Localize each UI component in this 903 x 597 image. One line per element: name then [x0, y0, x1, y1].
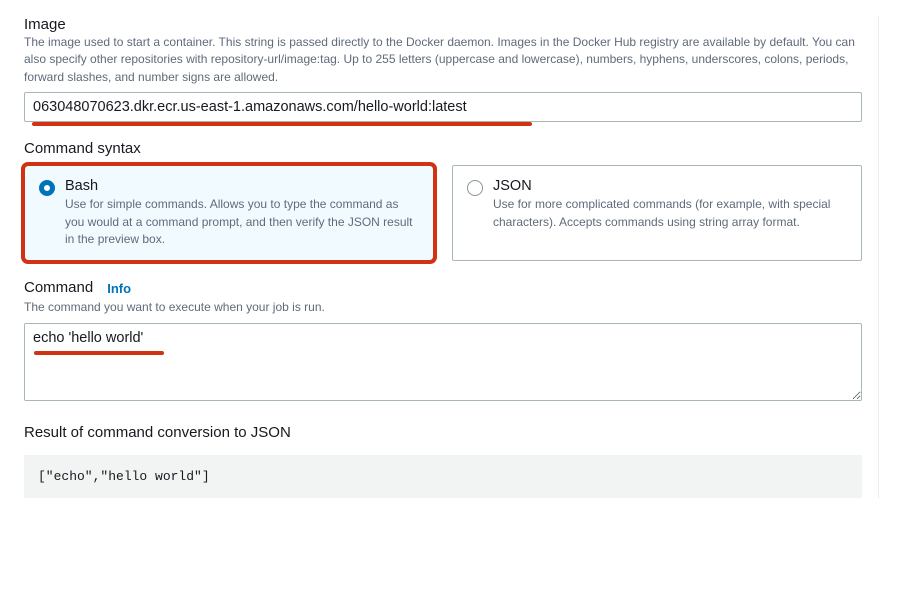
image-description: The image used to start a container. Thi… [24, 34, 862, 86]
result-label: Result of command conversion to JSON [24, 424, 862, 441]
result-group: Result of command conversion to JSON ["e… [24, 424, 862, 498]
command-label: Command [24, 279, 93, 296]
radio-icon [467, 180, 483, 196]
image-field-group: Image The image used to start a containe… [24, 16, 862, 122]
command-textarea-wrap [24, 323, 862, 404]
command-textarea[interactable] [24, 323, 862, 401]
image-label: Image [24, 16, 862, 33]
result-code-block: ["echo","hello world"] [24, 455, 862, 498]
info-link[interactable]: Info [107, 281, 131, 296]
image-input-wrap [24, 92, 862, 122]
radio-bash-title: Bash [65, 178, 419, 194]
radio-card-json[interactable]: JSON Use for more complicated commands (… [452, 165, 862, 261]
radio-icon [39, 180, 55, 196]
radio-json-title: JSON [493, 178, 847, 194]
image-input[interactable] [24, 92, 862, 122]
command-field-group: Command Info The command you want to exe… [24, 279, 862, 403]
command-syntax-label: Command syntax [24, 140, 862, 157]
annotation-underline [32, 122, 532, 126]
annotation-underline [34, 351, 164, 355]
command-description: The command you want to execute when you… [24, 299, 862, 316]
radio-json-description: Use for more complicated commands (for e… [493, 196, 847, 231]
radio-card-bash[interactable]: Bash Use for simple commands. Allows you… [24, 165, 434, 261]
command-syntax-group: Command syntax Bash Use for simple comma… [24, 140, 862, 261]
radio-bash-description: Use for simple commands. Allows you to t… [65, 196, 419, 248]
command-syntax-radio-group: Bash Use for simple commands. Allows you… [24, 165, 862, 261]
